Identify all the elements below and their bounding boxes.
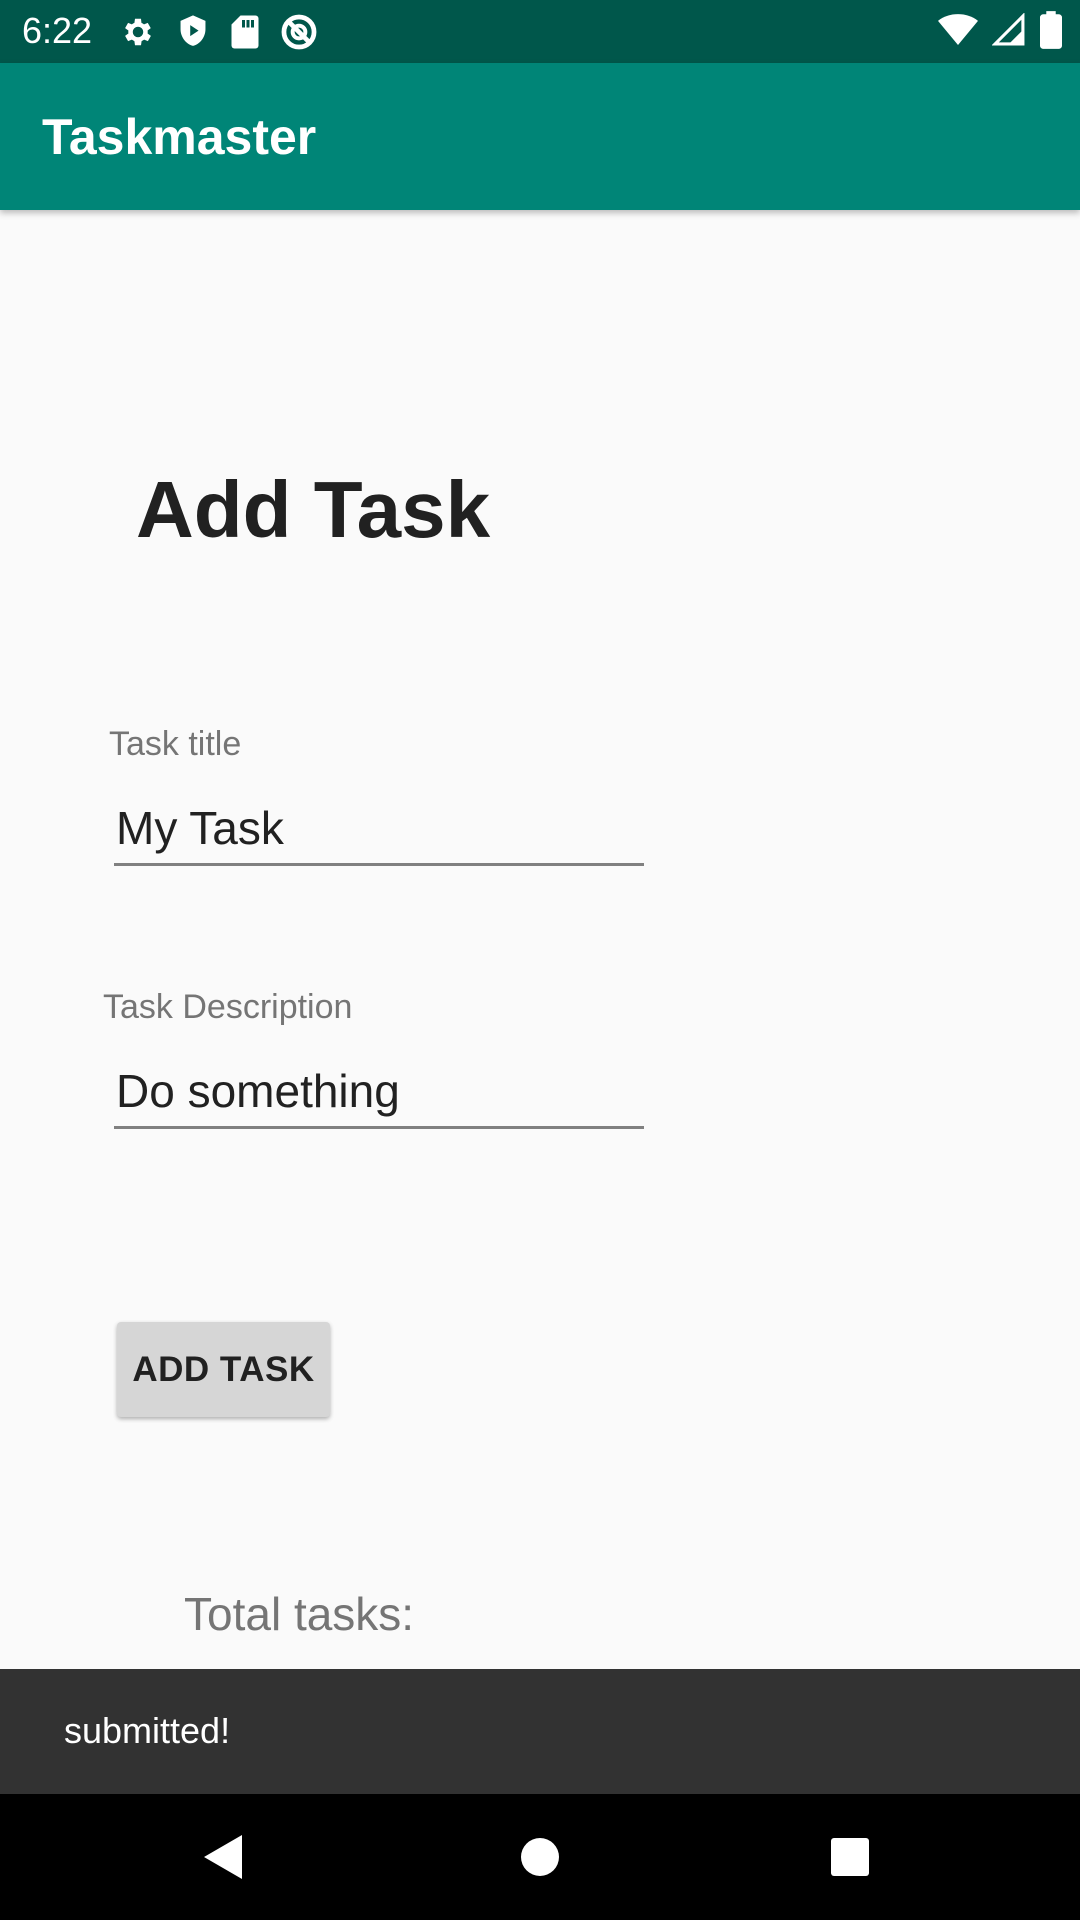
snackbar-message: submitted! bbox=[64, 1710, 231, 1751]
task-description-input[interactable] bbox=[114, 1055, 644, 1129]
page-title: Add Task bbox=[136, 465, 491, 554]
status-time: 6:22 bbox=[22, 10, 93, 51]
task-title-label: Task title bbox=[109, 725, 242, 763]
snackbar: submitted! bbox=[0, 1669, 1080, 1794]
signal-icon bbox=[991, 11, 1026, 52]
battery-icon bbox=[1040, 10, 1062, 54]
sd-card-icon bbox=[230, 14, 260, 50]
app-bar: Taskmaster bbox=[0, 63, 1080, 210]
status-right-icons bbox=[938, 10, 1062, 54]
shield-icon bbox=[176, 14, 210, 50]
status-left-icons bbox=[120, 10, 318, 54]
navigation-bar bbox=[0, 1794, 1080, 1920]
total-tasks-label: Total tasks: bbox=[184, 1588, 415, 1640]
app-title: Taskmaster bbox=[42, 109, 317, 165]
screen: 6:22 Taskmaster Add Task Task title My T… bbox=[0, 0, 1080, 1920]
add-task-button[interactable]: ADD TASK bbox=[117, 1322, 330, 1417]
do-not-disturb-icon bbox=[280, 13, 318, 51]
wifi-icon bbox=[938, 13, 978, 52]
recents-icon[interactable] bbox=[820, 1827, 880, 1887]
back-icon[interactable] bbox=[196, 1827, 256, 1887]
task-description-label: Task Description bbox=[103, 988, 353, 1026]
settings-icon bbox=[120, 14, 156, 50]
task-title-input[interactable] bbox=[114, 792, 644, 866]
home-icon[interactable] bbox=[510, 1827, 570, 1887]
status-bar: 6:22 bbox=[0, 0, 1080, 63]
